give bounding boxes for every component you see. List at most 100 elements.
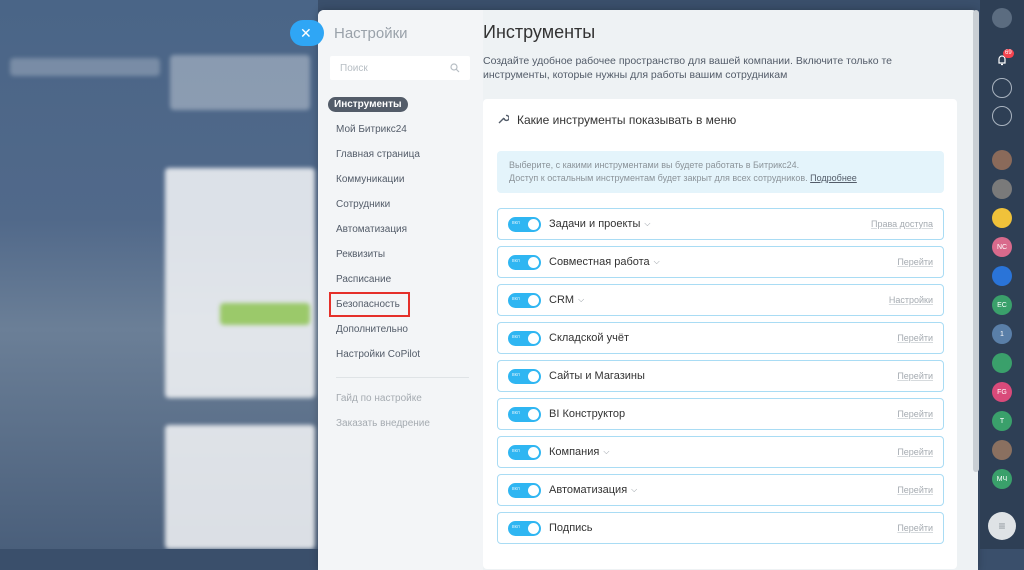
tool-toggle[interactable]: вкл xyxy=(508,520,541,536)
chevron-down-icon[interactable]: ⌵ xyxy=(578,295,584,305)
sidebar-item-copilot[interactable]: Настройки CoPilot xyxy=(318,342,483,367)
settings-menu: Инструменты Мой Битрикс24 Главная страни… xyxy=(318,92,483,436)
toggle-knob xyxy=(528,370,539,382)
tool-toggle[interactable]: вкл xyxy=(508,330,541,346)
more-link[interactable]: Подробнее xyxy=(810,173,857,183)
menu-icon[interactable]: ≡ xyxy=(988,512,1016,540)
tool-row: вкл Задачи и проекты ⌵ Права доступа xyxy=(497,208,944,240)
contact-avatar[interactable]: EC xyxy=(992,295,1012,315)
chevron-down-icon[interactable]: ⌵ xyxy=(631,485,637,495)
page-description: Создайте удобное рабочее пространство дл… xyxy=(483,55,893,81)
sidebar-item-additional[interactable]: Дополнительно xyxy=(318,317,483,342)
sidebar-item-my-bitrix24[interactable]: Мой Битрикс24 xyxy=(318,117,483,142)
tool-toggle[interactable]: вкл xyxy=(508,216,541,232)
card-header: Какие инструменты показывать в меню xyxy=(498,113,736,127)
blurred-menu-item xyxy=(10,58,160,76)
contact-avatar[interactable] xyxy=(992,440,1012,460)
contact-avatar[interactable] xyxy=(992,208,1012,228)
settings-sidebar: Настройки Поиск Инструменты Мой Битрикс2… xyxy=(318,10,483,570)
tool-link[interactable]: Права доступа xyxy=(871,219,933,229)
toggle-knob xyxy=(528,332,539,344)
tool-link[interactable]: Перейти xyxy=(897,371,933,381)
tool-row: вкл BI Конструктор Перейти xyxy=(497,398,944,430)
tool-link[interactable]: Перейти xyxy=(897,257,933,267)
sidebar-item-automation[interactable]: Автоматизация xyxy=(318,217,483,242)
settings-content: Инструменты Создайте удобное рабочее про… xyxy=(483,10,978,570)
info-text-1: Выберите, с какими инструментами вы буде… xyxy=(509,160,800,170)
tool-link[interactable]: Перейти xyxy=(897,333,933,343)
chevron-down-icon[interactable]: ⌵ xyxy=(603,447,609,457)
tool-toggle[interactable]: вкл xyxy=(508,254,541,270)
close-panel-button[interactable]: ✕ xyxy=(290,20,324,46)
sidebar-divider xyxy=(336,377,469,378)
tool-row: вкл Складской учёт Перейти xyxy=(497,322,944,354)
sidebar-item-label: Инструменты xyxy=(328,97,408,112)
tool-link[interactable]: Перейти xyxy=(897,409,933,419)
contact-avatar[interactable]: NC xyxy=(992,237,1012,257)
avatar-initials: FG xyxy=(997,388,1007,396)
tool-toggle[interactable]: вкл xyxy=(508,368,541,384)
tool-row: вкл Сайты и Магазины Перейти xyxy=(497,360,944,392)
contact-avatar[interactable] xyxy=(992,150,1012,170)
toggle-label: вкл xyxy=(512,219,520,226)
toggle-label: вкл xyxy=(512,523,520,530)
tool-toggle[interactable]: вкл xyxy=(508,406,541,422)
tool-name: Подпись xyxy=(549,522,593,534)
tool-name: Компания xyxy=(549,446,600,458)
tool-link[interactable]: Настройки xyxy=(889,295,933,305)
chevron-down-icon[interactable]: ⌵ xyxy=(654,257,660,267)
tool-link[interactable]: Перейти xyxy=(897,485,933,495)
avatar-initials: EC xyxy=(997,301,1007,309)
panel-scrollbar[interactable] xyxy=(973,10,979,472)
toggle-knob xyxy=(528,256,539,268)
settings-panel: Настройки Поиск Инструменты Мой Битрикс2… xyxy=(318,10,978,570)
sidebar-item-requisites[interactable]: Реквизиты xyxy=(318,242,483,267)
toggle-knob xyxy=(528,294,539,306)
highlight-frame xyxy=(329,292,410,317)
sidebar-item-tools[interactable]: Инструменты xyxy=(318,92,483,117)
info-text-2: Доступ к остальным инструментам будет за… xyxy=(509,173,808,183)
tool-toggle[interactable]: вкл xyxy=(508,482,541,498)
avatar-initials: T xyxy=(999,417,1005,425)
sidebar-item-schedule[interactable]: Расписание xyxy=(318,267,483,292)
blurred-green-button xyxy=(220,303,310,325)
toggle-knob xyxy=(528,408,539,420)
sidebar-item-security[interactable]: Безопасность xyxy=(318,292,483,317)
contact-avatar[interactable]: T xyxy=(992,411,1012,431)
toggle-knob xyxy=(528,484,539,496)
blurred-post-2 xyxy=(165,425,315,549)
toggle-label: вкл xyxy=(512,257,520,264)
chat-icon[interactable] xyxy=(992,106,1012,126)
contact-avatar[interactable] xyxy=(992,179,1012,199)
contact-avatar[interactable] xyxy=(992,353,1012,373)
toggle-label: вкл xyxy=(512,485,520,492)
tool-row: вкл CRM ⌵ Настройки xyxy=(497,284,944,316)
sidebar-item-main-page[interactable]: Главная страница xyxy=(318,142,483,167)
sidebar-item-employees[interactable]: Сотрудники xyxy=(318,192,483,217)
contact-avatar[interactable]: МЧ xyxy=(992,469,1012,489)
tool-toggle[interactable]: вкл xyxy=(508,444,541,460)
tool-row: вкл Автоматизация ⌵ Перейти xyxy=(497,474,944,506)
toggle-label: вкл xyxy=(512,295,520,302)
contact-avatar[interactable]: FG xyxy=(992,382,1012,402)
tools-card: Какие инструменты показывать в меню Выбе… xyxy=(483,99,957,569)
sidebar-item-communications[interactable]: Коммуникации xyxy=(318,167,483,192)
toggle-label: вкл xyxy=(512,447,520,454)
wrench-icon xyxy=(498,113,510,127)
chevron-down-icon[interactable]: ⌵ xyxy=(644,219,650,229)
contact-avatar[interactable] xyxy=(992,266,1012,286)
tool-link[interactable]: Перейти xyxy=(897,447,933,457)
sidebar-item-order-implementation[interactable]: Заказать внедрение xyxy=(318,411,483,436)
toggle-label: вкл xyxy=(512,409,520,416)
tool-toggle[interactable]: вкл xyxy=(508,292,541,308)
background-app xyxy=(0,0,318,549)
notification-badge: 69 xyxy=(1003,49,1014,58)
copilot-icon[interactable] xyxy=(992,78,1012,98)
tool-name: Совместная работа xyxy=(549,256,650,268)
contact-avatar[interactable]: 1 xyxy=(992,324,1012,344)
blurred-tabs xyxy=(170,55,310,110)
search-input[interactable]: Поиск xyxy=(330,56,470,80)
user-avatar[interactable] xyxy=(992,8,1012,28)
sidebar-item-setup-guide[interactable]: Гайд по настройке xyxy=(318,386,483,411)
tool-link[interactable]: Перейти xyxy=(897,523,933,533)
